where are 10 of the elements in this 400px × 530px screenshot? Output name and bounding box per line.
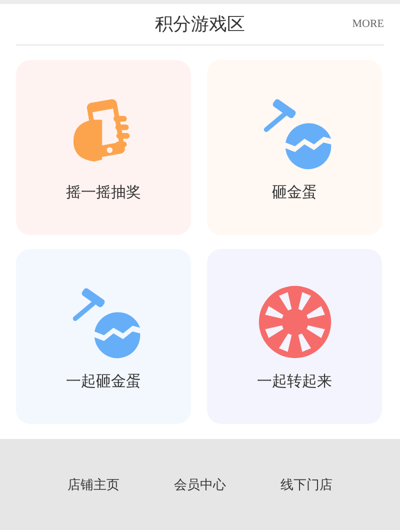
footer-link[interactable]: 店铺主页 [67,476,120,494]
footer-link[interactable]: 线下门店 [280,476,333,494]
game-card[interactable]: 砸金蛋 [207,60,382,235]
prize-wheel-icon [256,284,332,360]
game-card[interactable]: 一起砸金蛋 [16,249,191,424]
section-title: 积分游戏区 [155,13,245,36]
footer-link[interactable]: 会员中心 [174,476,226,494]
more-link[interactable]: MORE [352,18,384,30]
game-card[interactable]: 摇一摇抽奖 [16,60,191,235]
game-card[interactable]: 一起转起来 [207,249,382,424]
